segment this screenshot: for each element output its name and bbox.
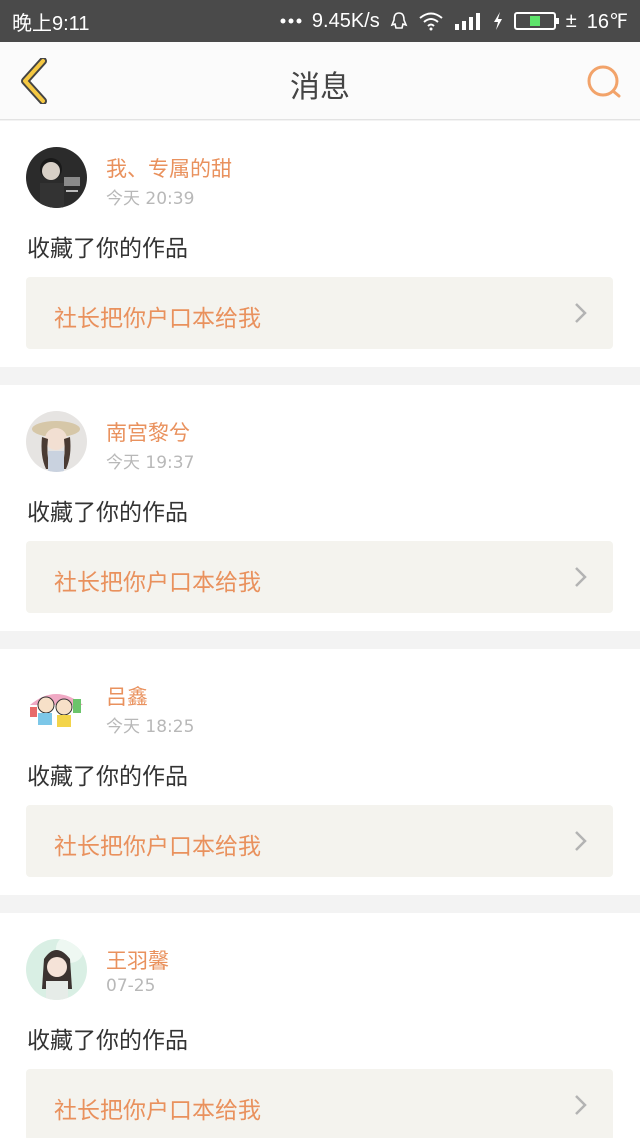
work-title: 社长把你户口本给我 [54, 834, 261, 860]
nav-bar: 消息 [0, 42, 640, 120]
work-title: 社长把你户口本给我 [54, 306, 261, 332]
signal-icon [454, 12, 482, 30]
battery-icon [513, 12, 559, 30]
work-link[interactable]: 社长把你户口本给我 [26, 1069, 613, 1138]
avatar[interactable] [26, 147, 87, 208]
chevron-right-icon [575, 567, 587, 587]
charge-symbol: ± [565, 9, 577, 32]
network-speed: 9.45K/s [311, 9, 380, 32]
search-icon [587, 65, 621, 98]
message-card: 王羽馨 07-25 收藏了你的作品 社长把你户口本给我 [0, 913, 640, 1138]
chevron-right-icon [575, 1095, 587, 1115]
username[interactable]: 南宫黎兮 [106, 417, 190, 447]
status-bar: 晚上9:11 9.45K/s ± 16℉ [0, 0, 640, 42]
action-text: 收藏了你的作品 [27, 500, 188, 526]
charging-icon [492, 11, 504, 31]
avatar[interactable] [26, 411, 87, 472]
username[interactable]: 我、专属的甜 [106, 153, 232, 183]
action-text: 收藏了你的作品 [27, 1028, 188, 1054]
wifi-icon [418, 11, 444, 31]
chevron-right-icon [575, 303, 587, 323]
work-link[interactable]: 社长把你户口本给我 [26, 805, 613, 877]
username[interactable]: 王羽馨 [106, 945, 169, 975]
work-link[interactable]: 社长把你户口本给我 [26, 277, 613, 349]
timestamp: 今天 18:25 [106, 717, 195, 737]
timestamp: 07-25 [106, 976, 156, 996]
message-card: 吕鑫 今天 18:25 收藏了你的作品 社长把你户口本给我 [0, 649, 640, 895]
action-text: 收藏了你的作品 [27, 236, 188, 262]
username[interactable]: 吕鑫 [106, 681, 148, 711]
page-title: 消息 [290, 70, 350, 105]
qq-icon [390, 11, 408, 31]
more-dots-icon [280, 17, 302, 25]
status-time: 晚上9:11 [12, 12, 90, 35]
search-button[interactable] [582, 60, 626, 104]
work-title: 社长把你户口本给我 [54, 1098, 261, 1124]
avatar[interactable] [26, 939, 87, 1000]
timestamp: 今天 19:37 [106, 453, 195, 473]
battery-fill [529, 16, 540, 26]
avatar[interactable] [26, 675, 87, 736]
work-title: 社长把你户口本给我 [54, 570, 261, 596]
work-link[interactable]: 社长把你户口本给我 [26, 541, 613, 613]
action-text: 收藏了你的作品 [27, 764, 188, 790]
chevron-right-icon [575, 831, 587, 851]
message-list: 我、专属的甜 今天 20:39 收藏了你的作品 社长把你户口本给我 南宫黎兮 今… [0, 121, 640, 1138]
message-card: 我、专属的甜 今天 20:39 收藏了你的作品 社长把你户口本给我 [0, 121, 640, 367]
timestamp: 今天 20:39 [106, 189, 195, 209]
status-icons: 9.45K/s ± 16℉ [280, 9, 628, 34]
message-card: 南宫黎兮 今天 19:37 收藏了你的作品 社长把你户口本给我 [0, 385, 640, 631]
temperature: 16℉ [586, 10, 628, 33]
